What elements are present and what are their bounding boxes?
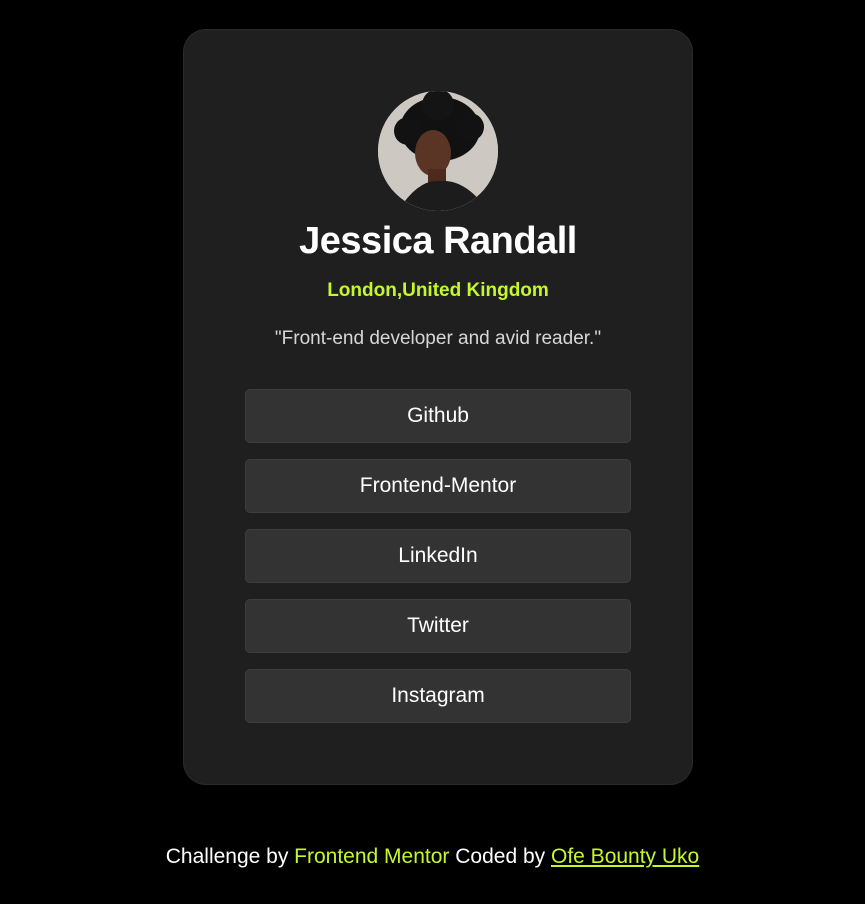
profile-name: Jessica Randall	[299, 220, 577, 262]
profile-bio: "Front-end developer and avid reader."	[274, 328, 602, 349]
linkedin-link-button[interactable]: LinkedIn	[245, 529, 631, 583]
author-footer-link[interactable]: Ofe Bounty Uko	[551, 845, 699, 868]
footer-middle: Coded by	[449, 845, 551, 868]
frontend-mentor-link-button[interactable]: Frontend-Mentor	[245, 459, 631, 513]
profile-photo-icon	[378, 91, 498, 211]
github-link-button[interactable]: Github	[245, 389, 631, 443]
footer-prefix: Challenge by	[165, 845, 295, 868]
avatar	[378, 91, 498, 211]
profile-location: London,United Kingdom	[327, 280, 549, 301]
twitter-link-button[interactable]: Twitter	[245, 599, 631, 653]
profile-card: Jessica Randall London,United Kingdom "F…	[184, 30, 692, 784]
social-links: Github Frontend-Mentor LinkedIn Twitter …	[245, 389, 631, 739]
instagram-link-button[interactable]: Instagram	[245, 669, 631, 723]
attribution-footer: Challenge by Frontend Mentor Coded by Of…	[0, 845, 865, 869]
frontend-mentor-footer-link[interactable]: Frontend Mentor	[294, 845, 449, 868]
